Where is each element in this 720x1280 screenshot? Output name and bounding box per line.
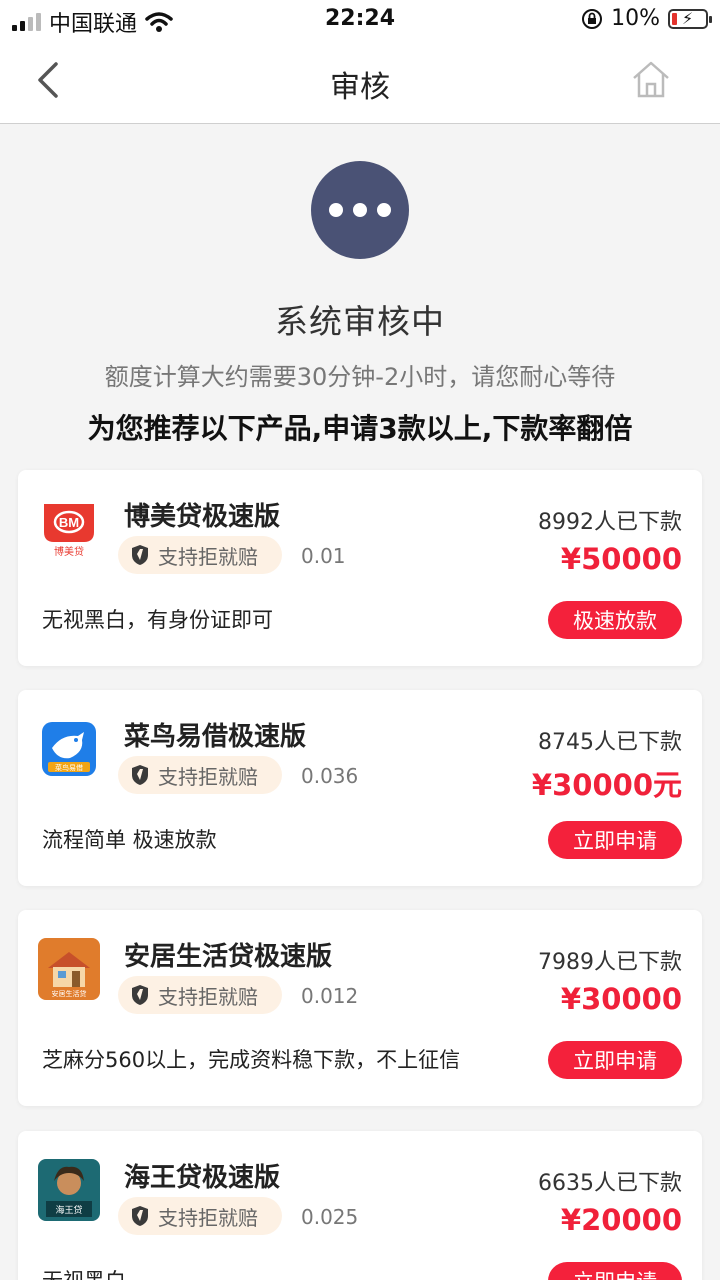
- guarantee-tag: 支持拒就赔: [118, 976, 282, 1014]
- product-description: 无视黑白: [42, 1265, 126, 1280]
- tag-label: 支持拒就赔: [158, 544, 258, 569]
- product-name: 菜鸟易借极速版: [124, 722, 307, 752]
- loan-count: 7989人已下款: [538, 950, 682, 975]
- shield-icon: [132, 1206, 148, 1226]
- battery-percent: 10%: [611, 6, 660, 31]
- tag-label: 支持拒就赔: [158, 1205, 258, 1230]
- loan-amount: ¥50000: [560, 542, 682, 576]
- page-title: 审核: [330, 70, 390, 105]
- anju-logo-icon: 安居生活贷: [38, 938, 100, 1000]
- logo-caption: 海王贷: [55, 1204, 82, 1216]
- review-title: 系统审核中: [275, 302, 445, 341]
- bomeidai-logo-icon: BM 博美贷: [38, 498, 100, 560]
- review-subtitle: 额度计算大约需要30分钟-2小时，请您耐心等待: [104, 363, 616, 391]
- logo-caption: 安居生活贷: [52, 989, 87, 998]
- status-bar: 中国联通 22:24 10% ⚡: [0, 0, 720, 40]
- tag-label: 支持拒就赔: [158, 984, 258, 1009]
- orientation-lock-icon: [582, 8, 603, 29]
- interest-rate: 0.036: [301, 764, 359, 788]
- loan-amount: ¥30000元: [531, 768, 682, 802]
- loan-count: 8745人已下款: [538, 730, 682, 755]
- loan-count: 8992人已下款: [538, 510, 682, 535]
- logo-caption: 菜鸟易借: [55, 763, 83, 772]
- loan-amount: ¥20000: [560, 1203, 682, 1237]
- logo-caption: 博美贷: [54, 545, 84, 558]
- loan-amount: ¥30000: [560, 982, 682, 1016]
- shield-icon: [132, 545, 148, 565]
- more-dots-icon: [311, 161, 409, 259]
- product-description: 无视黑白，有身份证即可: [42, 608, 273, 632]
- guarantee-tag: 支持拒就赔: [118, 536, 282, 574]
- product-description: 芝麻分560以上，完成资料稳下款，不上征信: [42, 1048, 461, 1072]
- product-name: 博美贷极速版: [124, 502, 281, 532]
- guarantee-tag: 支持拒就赔: [118, 756, 282, 794]
- svg-text:BM: BM: [59, 515, 79, 530]
- shield-icon: [132, 985, 148, 1005]
- product-card[interactable]: 安居生活贷 安居生活贷极速版 支持拒就赔 0.012 7989人已下款 ¥300…: [18, 910, 702, 1106]
- nav-bar: 审核: [0, 40, 720, 124]
- product-name: 海王贷极速版: [124, 1163, 281, 1193]
- apply-button[interactable]: 立即申请: [548, 1041, 682, 1079]
- interest-rate: 0.01: [301, 544, 346, 568]
- apply-button[interactable]: 立即申请: [548, 1262, 682, 1280]
- product-name: 安居生活贷极速版: [124, 942, 333, 972]
- loan-count: 6635人已下款: [538, 1171, 682, 1196]
- apply-button[interactable]: 立即申请: [548, 821, 682, 859]
- status-right: 10% ⚡: [581, 6, 712, 31]
- interest-rate: 0.025: [301, 1205, 359, 1229]
- haiwang-logo-icon: 海王贷: [38, 1159, 100, 1221]
- product-card[interactable]: BM 博美贷 博美贷极速版 支持拒就赔 0.01 8992人已下款 ¥50000…: [18, 470, 702, 666]
- guarantee-tag: 支持拒就赔: [118, 1197, 282, 1235]
- tag-label: 支持拒就赔: [158, 764, 258, 789]
- product-card[interactable]: 菜鸟易借 菜鸟易借极速版 支持拒就赔 0.036 8745人已下款 ¥30000…: [18, 690, 702, 886]
- battery-charging-icon: ⚡: [668, 8, 712, 29]
- product-description: 流程简单 极速放款: [42, 828, 217, 852]
- review-status-section: 系统审核中 额度计算大约需要30分钟-2小时，请您耐心等待 为您推荐以下产品,申…: [0, 125, 720, 465]
- apply-button[interactable]: 极速放款: [548, 601, 682, 639]
- recommendation-promo: 为您推荐以下产品,申请3款以上,下款率翻倍: [87, 412, 633, 445]
- cainiao-logo-icon: 菜鸟易借: [38, 718, 100, 780]
- shield-icon: [132, 765, 148, 785]
- product-card[interactable]: 海王贷 海王贷极速版 支持拒就赔 0.025 6635人已下款 ¥20000 无…: [18, 1131, 702, 1280]
- home-icon[interactable]: [630, 58, 672, 100]
- interest-rate: 0.012: [301, 984, 359, 1008]
